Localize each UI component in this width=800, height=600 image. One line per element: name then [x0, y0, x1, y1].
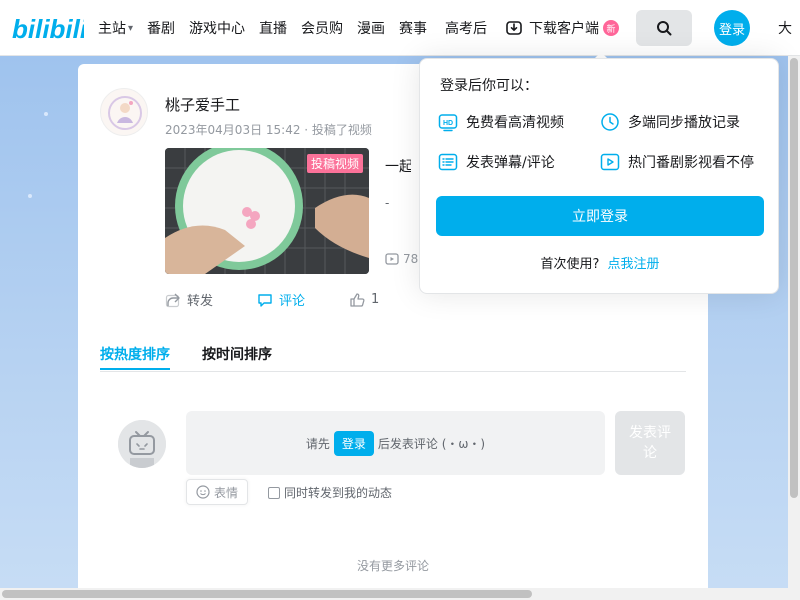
perk-hot-anime: 热门番剧影视看不停 [600, 152, 754, 172]
tab-sort-by-time[interactable]: 按时间排序 [202, 344, 272, 364]
vertical-scrollbar-thumb[interactable] [790, 58, 798, 498]
user-avatar[interactable] [100, 88, 148, 136]
nav-item-shop[interactable]: 会员购 [301, 18, 343, 38]
nav-item-main-site[interactable]: 主站 ▾ [98, 18, 133, 38]
tab-sort-by-hot[interactable]: 按热度排序 [100, 344, 170, 364]
forward-label: 转发 [187, 294, 214, 309]
new-badge: 新 [603, 20, 620, 36]
nav-item-live[interactable]: 直播 [259, 18, 287, 38]
hd-icon: HD [438, 114, 458, 132]
perk-sync-history: 多端同步播放记录 [600, 112, 740, 132]
horizontal-scrollbar[interactable] [0, 588, 800, 600]
popover-footer: 首次使用? 点我注册 [420, 253, 780, 272]
search-icon [657, 21, 672, 36]
nav-item-label: 漫画 [357, 21, 386, 37]
comment-label: 评论 [279, 294, 306, 309]
thumbs-up-icon [350, 292, 365, 307]
perk-label: 发表弹幕/评论 [466, 155, 555, 171]
nav-item-label: 直播 [259, 21, 288, 37]
nav-item-anime[interactable]: 番剧 [147, 18, 175, 38]
play-count-value: 78 [403, 252, 419, 266]
comment-input-box[interactable]: 请先 登录 后发表评论 (・ω・) [186, 411, 605, 475]
reply-suffix-text: 后发表评论 (・ω・) [377, 436, 486, 451]
like-button[interactable]: 1 [349, 290, 379, 309]
forward-option-label: 同时转发到我的动态 [284, 486, 393, 500]
comment-icon [258, 293, 272, 307]
nav-item-esports[interactable]: 赛事 [399, 18, 427, 38]
forward-to-feed-option[interactable]: 同时转发到我的动态 [268, 484, 392, 501]
svg-text:HD: HD [443, 120, 453, 127]
background-star [28, 194, 32, 198]
video-play-count: 78 [385, 252, 418, 266]
download-icon [506, 21, 522, 35]
forward-checkbox[interactable] [268, 486, 280, 499]
login-popover: 登录后你可以： HD 免费看高清视频 多端同步播放记录 发表弹幕/评论 热门番剧… [419, 58, 779, 294]
nav-item-label: 高考后 [445, 21, 488, 37]
login-avatar-button[interactable]: 登录 [714, 10, 750, 46]
perk-label: 多端同步播放记录 [628, 115, 740, 131]
perk-label: 免费看高清视频 [466, 115, 564, 131]
no-more-comments: 没有更多评论 [356, 559, 429, 573]
active-tab-underline [100, 368, 170, 370]
horizontal-scrollbar-thumb[interactable] [2, 590, 532, 598]
post-meta: 2023年04月03日 15:42 · 投稿了视频 [165, 123, 372, 137]
register-link[interactable]: 点我注册 [607, 257, 659, 272]
first-use-text: 首次使用? [540, 257, 600, 272]
nav-item-gaokao[interactable]: 高考后 [445, 18, 487, 38]
perk-label: 热门番剧影视看不停 [628, 155, 754, 171]
bilibili-logo[interactable]: bilibili [12, 14, 84, 44]
nav-item-label: 游戏中心 [189, 21, 246, 37]
nav-item-label: 主站 [98, 21, 126, 37]
nav-item-cut-off[interactable]: 大 [778, 18, 792, 38]
nav-item-label: 赛事 [399, 21, 428, 37]
post-actions: 转发 评论 1 [165, 290, 379, 309]
default-avatar-icon [118, 420, 166, 468]
current-user-avatar [118, 420, 166, 468]
forward-button[interactable]: 转发 [165, 290, 257, 309]
clock-icon [601, 113, 619, 131]
chevron-down-icon: ▾ [128, 22, 134, 34]
perk-hd-video: HD 免费看高清视频 [438, 112, 564, 132]
share-icon [165, 293, 180, 307]
like-count: 1 [371, 292, 380, 307]
nav-item-label: 会员购 [301, 21, 344, 37]
comment-sort-tabs: 按热度排序 按时间排序 [100, 342, 686, 372]
list-icon [438, 153, 458, 171]
vertical-scrollbar[interactable] [788, 56, 800, 588]
video-title[interactable]: 一起来 [385, 156, 411, 176]
video-thumbnail[interactable]: 投稿视频 [165, 148, 369, 274]
reply-login-button[interactable]: 登录 [333, 430, 374, 456]
nav-item-label: 番剧 [147, 21, 176, 37]
video-tag: 投稿视频 [306, 154, 363, 173]
logo-text: bilibili [12, 14, 84, 44]
post-comment-button[interactable]: 发表评论 [615, 411, 685, 475]
nav-item-manga[interactable]: 漫画 [357, 18, 385, 38]
emoji-label: 表情 [213, 485, 238, 500]
download-label: 下载客户端 [529, 21, 600, 37]
reply-prefix-text: 请先 [305, 436, 330, 451]
video-description: - [385, 196, 390, 210]
login-now-button[interactable]: 立即登录 [436, 196, 764, 236]
top-nav-bar: bilibili 主站 ▾ 番剧 游戏中心 直播 会员购 漫画 赛事 高考后 下… [0, 0, 800, 56]
main-nav: 主站 ▾ 番剧 游戏中心 直播 会员购 漫画 赛事 高考后 下载客户端 新 [98, 0, 633, 56]
nav-item-game-center[interactable]: 游戏中心 [189, 18, 245, 38]
comment-button[interactable]: 评论 [257, 290, 349, 309]
popover-title: 登录后你可以： [440, 78, 538, 94]
username[interactable]: 桃子爱手工 [165, 94, 240, 115]
background-star [44, 112, 48, 116]
perk-danmaku-comment: 发表弹幕/评论 [438, 152, 555, 172]
emoji-button[interactable]: 表情 [186, 479, 248, 505]
play-icon [600, 153, 620, 171]
emoji-icon [196, 485, 210, 499]
search-button[interactable] [636, 10, 692, 46]
download-client-button[interactable]: 下载客户端 新 [505, 18, 620, 38]
avatar-illustration [108, 96, 142, 130]
play-count-icon [385, 253, 399, 265]
